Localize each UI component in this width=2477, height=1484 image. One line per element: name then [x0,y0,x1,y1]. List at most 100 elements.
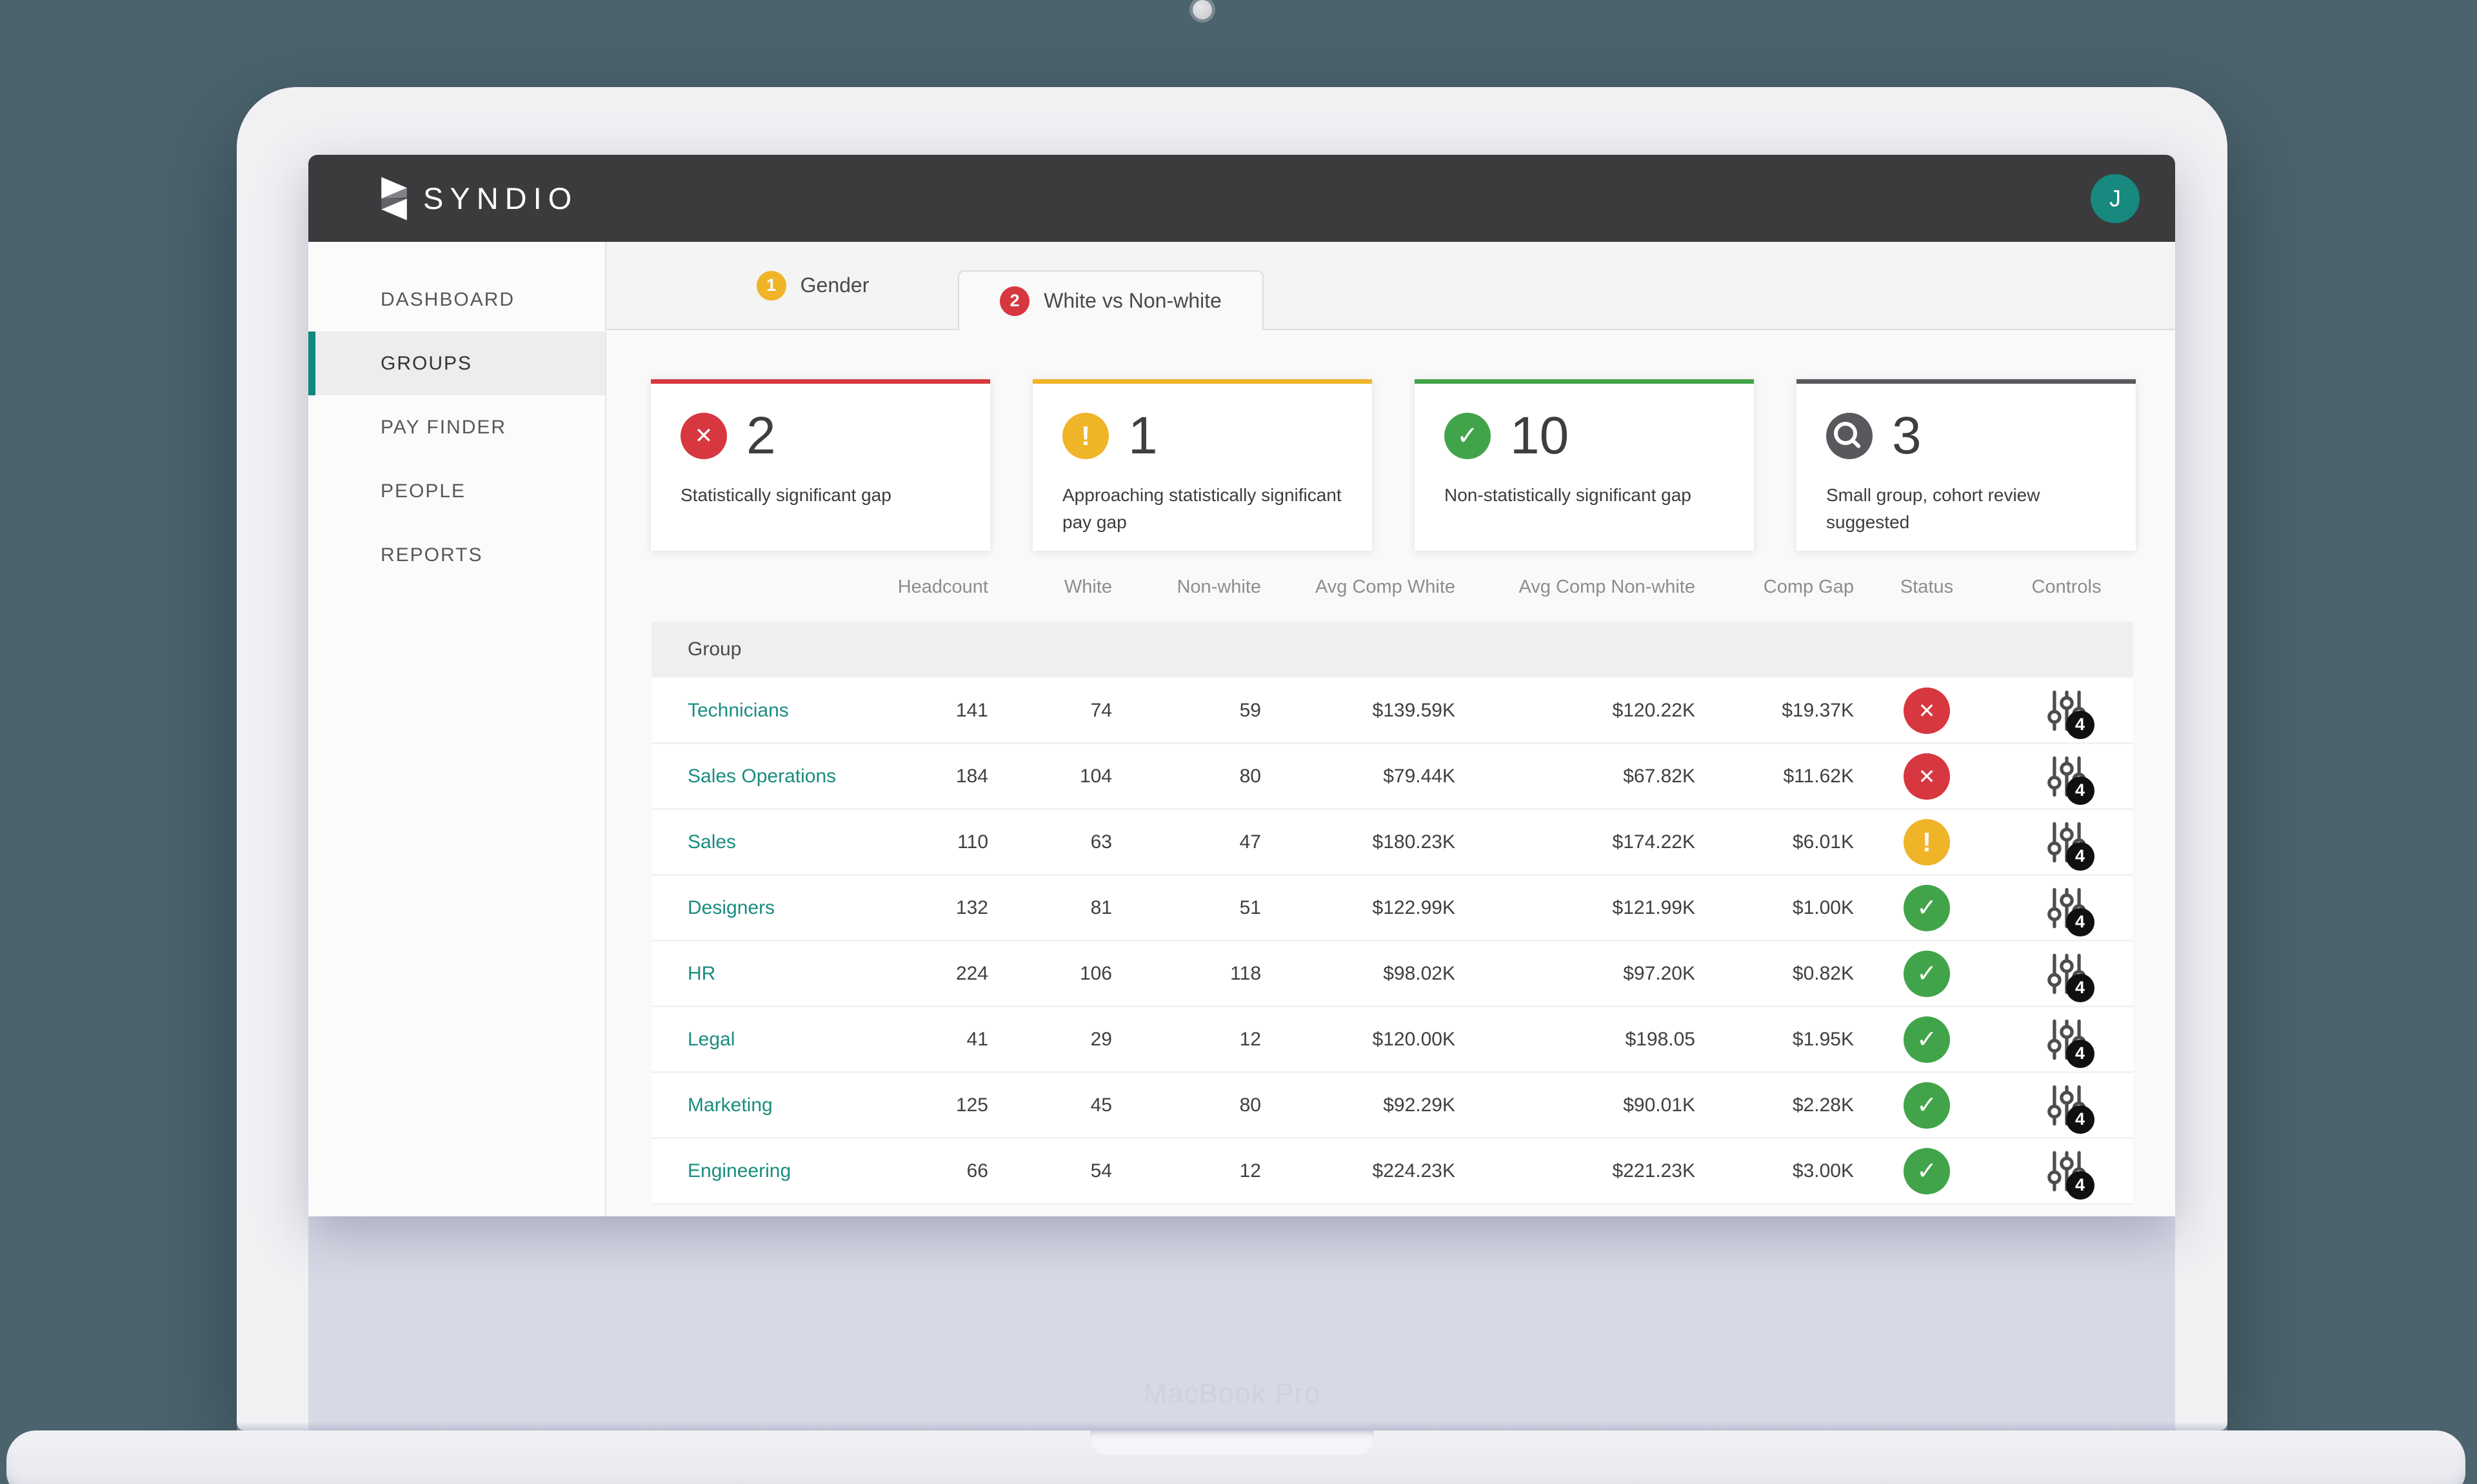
card-label: Approaching statistically significant pa… [1062,482,1342,536]
app-header: SYNDIO J [308,155,2175,242]
controls-sliders-icon[interactable]: 4 [2047,753,2087,800]
group-link[interactable]: Sales [688,831,736,853]
exclamation-circle-icon: ! [1062,413,1109,459]
table-row: Designers 132 81 51 $122.99K $121.99K $1… [652,876,2133,942]
sidebar-item-pay-finder[interactable]: PAY FINDER [308,395,605,459]
white-cell: 45 [988,1094,1112,1116]
table-row: Sales Operations 184 104 80 $79.44K $67.… [652,744,2133,810]
non-white-cell: 80 [1112,1094,1261,1116]
summary-card: ! 1 Approaching statistically significan… [1033,379,1372,551]
status-icon: ✓ [1904,951,1950,997]
table-group-header: Group [652,622,2133,677]
controls-count-badge: 4 [2066,777,2094,805]
controls-count-badge: 4 [2066,1040,2094,1068]
controls-count-badge: 4 [2066,842,2094,871]
tab-gender[interactable]: 1 Gender [703,242,922,329]
avg-comp-non-white-cell: $121.99K [1455,897,1695,919]
card-label: Non-statistically significant gap [1444,482,1724,509]
column-header-non-white: Non-white [1112,577,1261,598]
comp-gap-cell: $6.01K [1695,831,1854,853]
non-white-cell: 59 [1112,700,1261,722]
group-link[interactable]: HR [688,963,715,984]
white-cell: 106 [988,963,1112,985]
sidebar-item-groups[interactable]: GROUPS [308,331,605,395]
white-cell: 81 [988,897,1112,919]
avg-comp-non-white-cell: $198.05 [1455,1029,1695,1051]
summary-card: ✓ 10 Non-statistically significant gap [1415,379,1754,551]
sidebar-item-label: GROUPS [381,353,472,375]
sidebar-item-dashboard[interactable]: DASHBOARD [308,268,605,331]
group-link[interactable]: Sales Operations [688,766,836,787]
sidebar-item-label: PAY FINDER [381,417,506,439]
headcount-cell: 184 [845,766,988,787]
avg-comp-non-white-cell: $97.20K [1455,963,1695,985]
table-row: Engineering 66 54 12 $224.23K $221.23K $… [652,1139,2133,1205]
controls-sliders-icon[interactable]: 4 [2047,1148,2087,1194]
x-circle-icon: ✕ [681,413,727,459]
magnifier-circle-icon [1826,413,1873,459]
tab-strip: 1 Gender 2 White vs Non-white [606,242,2175,330]
controls-count-badge: 4 [2066,1105,2094,1134]
headcount-cell: 66 [845,1160,988,1182]
white-cell: 74 [988,700,1112,722]
card-count: 2 [746,410,776,462]
tab-white-vs-non-white[interactable]: 2 White vs Non-white [958,270,1264,330]
sidebar-item-label: REPORTS [381,544,482,566]
avg-comp-white-cell: $180.23K [1261,831,1455,853]
sidebar: DASHBOARD GROUPS PAY FINDER PEOPLE REPOR… [308,242,606,1216]
sidebar-item-reports[interactable]: REPORTS [308,523,605,587]
macbook-base [6,1430,2465,1484]
syndio-bolt-icon [381,176,408,221]
avg-comp-white-cell: $79.44K [1261,766,1455,787]
non-white-cell: 80 [1112,766,1261,787]
comp-gap-cell: $2.28K [1695,1094,1854,1116]
controls-sliders-icon[interactable]: 4 [2047,688,2087,734]
controls-count-badge: 4 [2066,908,2094,936]
controls-sliders-icon[interactable]: 4 [2047,1016,2087,1063]
avg-comp-white-cell: $122.99K [1261,897,1455,919]
headcount-cell: 141 [845,700,988,722]
column-header-controls: Controls [2000,577,2133,598]
headcount-cell: 41 [845,1029,988,1051]
status-icon: ✕ [1904,753,1950,800]
controls-count-badge: 4 [2066,711,2094,739]
trackpad-notch [1090,1430,1374,1455]
non-white-cell: 12 [1112,1160,1261,1182]
non-white-cell: 118 [1112,963,1261,985]
white-cell: 29 [988,1029,1112,1051]
app-body: DASHBOARD GROUPS PAY FINDER PEOPLE REPOR… [308,242,2175,1216]
tab-count-badge: 1 [757,271,786,301]
avg-comp-non-white-cell: $120.22K [1455,700,1695,722]
group-link[interactable]: Technicians [688,700,789,721]
sidebar-item-label: PEOPLE [381,480,466,502]
user-avatar[interactable]: J [2091,174,2140,223]
sidebar-item-people[interactable]: PEOPLE [308,459,605,523]
brand-name: SYNDIO [423,181,578,216]
status-icon: ✓ [1904,885,1950,931]
table-column-headers: HeadcountWhiteNon-whiteAvg Comp WhiteAvg… [652,566,2133,608]
controls-sliders-icon[interactable]: 4 [2047,885,2087,931]
table-row: HR 224 106 118 $98.02K $97.20K $0.82K ✓ [652,942,2133,1007]
tab-label: White vs Non-white [1044,289,1222,313]
table-row: Technicians 141 74 59 $139.59K $120.22K … [652,678,2133,744]
group-link[interactable]: Designers [688,897,775,918]
status-icon: ✓ [1904,1148,1950,1194]
group-link[interactable]: Legal [688,1029,735,1050]
comp-gap-cell: $1.00K [1695,897,1854,919]
status-icon: ✓ [1904,1082,1950,1129]
controls-sliders-icon[interactable]: 4 [2047,1082,2087,1129]
table-row: Marketing 125 45 80 $92.29K $90.01K $2.2… [652,1073,2133,1139]
group-link[interactable]: Engineering [688,1160,791,1182]
headcount-cell: 110 [845,831,988,853]
controls-sliders-icon[interactable]: 4 [2047,951,2087,997]
summary-card: 3 Small group, cohort review suggested [1796,379,2136,551]
table-row: Sales 110 63 47 $180.23K $174.22K $6.01K… [652,810,2133,876]
avg-comp-non-white-cell: $67.82K [1455,766,1695,787]
controls-count-badge: 4 [2066,974,2094,1002]
controls-sliders-icon[interactable]: 4 [2047,819,2087,866]
comp-gap-cell: $1.95K [1695,1029,1854,1051]
card-label: Statistically significant gap [681,482,960,509]
content-panel: ✕ 2 Statistically significant gap ! 1 Ap… [606,330,2175,1216]
white-cell: 54 [988,1160,1112,1182]
group-link[interactable]: Marketing [688,1094,773,1116]
